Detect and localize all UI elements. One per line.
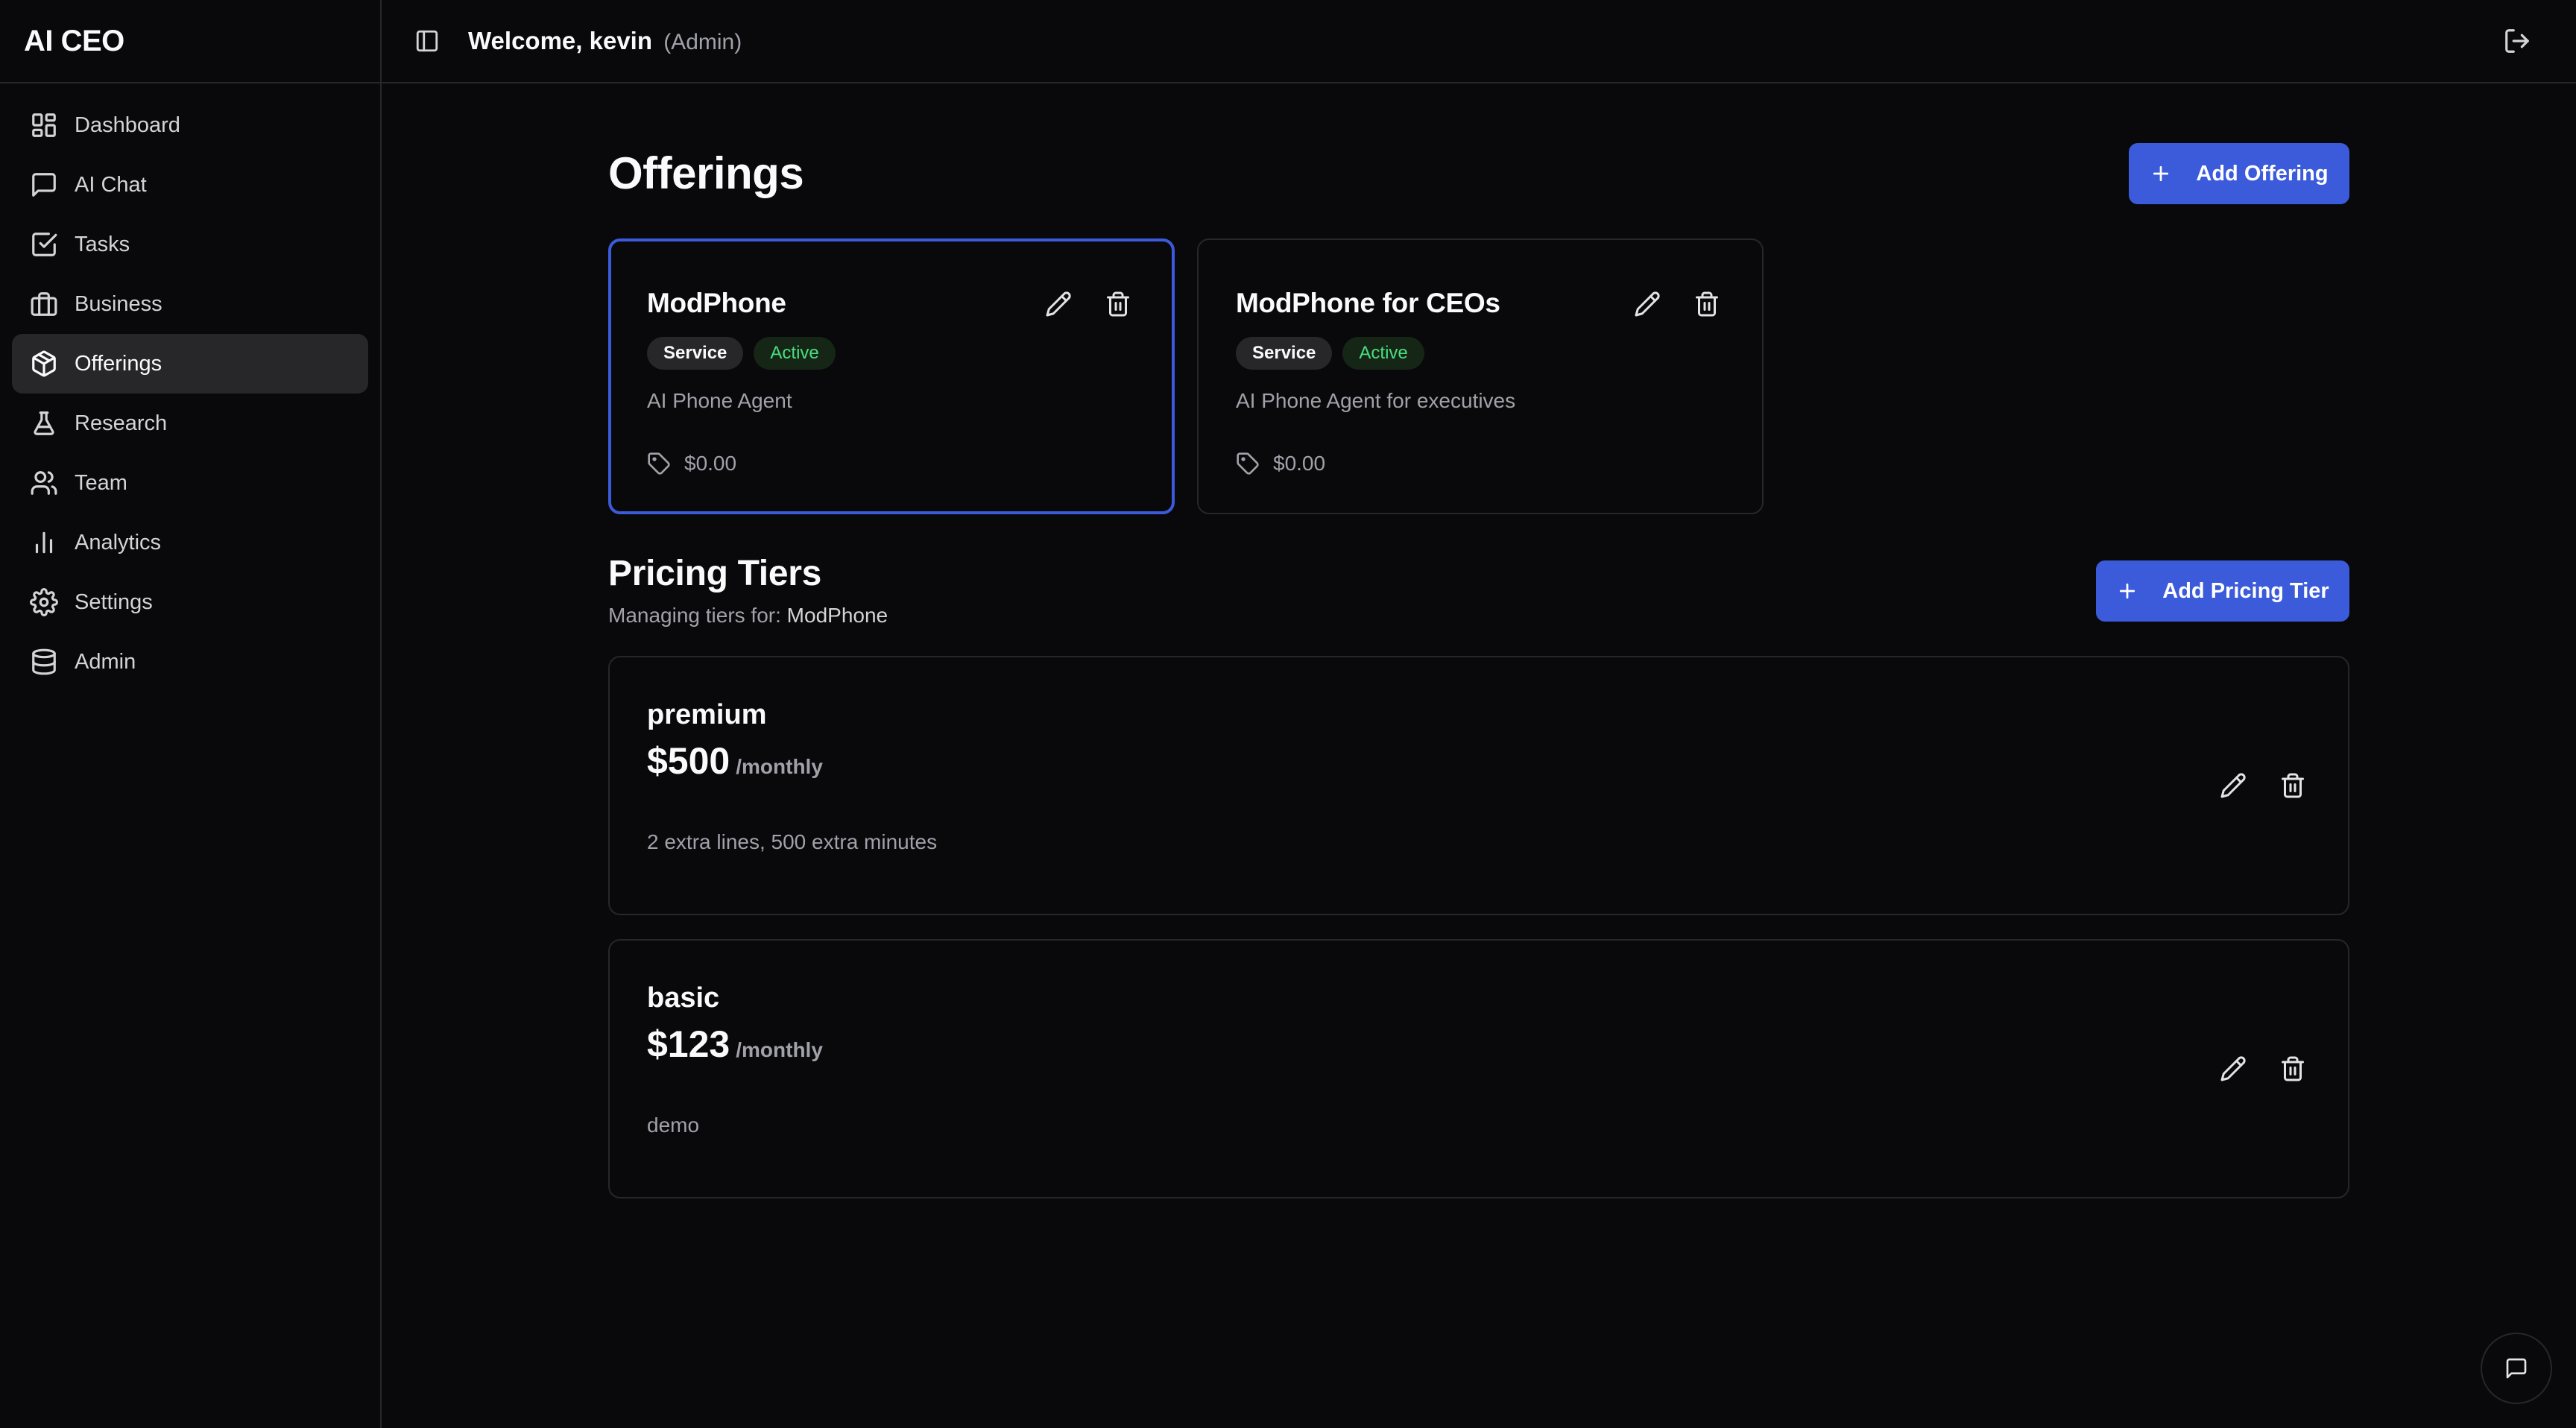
trash-icon[interactable] — [2279, 1055, 2306, 1082]
trash-icon[interactable] — [2279, 772, 2306, 799]
pricing-tier-card: basic $123 /monthly demo — [608, 939, 2349, 1198]
offering-badges: Service Active — [1236, 337, 1435, 370]
logout-icon[interactable] — [2503, 27, 2531, 55]
sidebar-item-label: Settings — [75, 590, 153, 614]
sidebar: AI CEO Dashboard AI Chat Tasks Business — [0, 0, 382, 1428]
sidebar-item-analytics[interactable]: Analytics — [12, 513, 368, 572]
offering-badges: Service Active — [647, 337, 846, 370]
chat-fab-button[interactable] — [2481, 1333, 2552, 1404]
sidebar-item-label: Research — [75, 411, 168, 435]
offering-name: ModPhone for CEOs — [1236, 288, 1500, 318]
welcome-message: Welcome, kevin (Admin) — [468, 27, 742, 55]
plus-icon — [2150, 162, 2172, 185]
offering-name: ModPhone — [647, 288, 786, 318]
welcome-text: Welcome, kevin — [468, 27, 653, 54]
flask-icon — [30, 409, 58, 437]
sidebar-item-label: Dashboard — [75, 113, 180, 137]
sidebar-item-research[interactable]: Research — [12, 394, 368, 453]
tier-price-period: /monthly — [736, 1038, 823, 1061]
offering-card[interactable]: ModPhone Service Active AI Phone Agent $… — [608, 238, 1175, 514]
message-square-icon — [2504, 1356, 2528, 1380]
bar-chart-icon — [30, 528, 58, 557]
tier-name: basic — [647, 982, 720, 1014]
price-value: $0.00 — [1273, 452, 1326, 475]
users-icon — [30, 469, 58, 497]
package-icon — [30, 350, 58, 378]
sidebar-item-label: AI Chat — [75, 172, 147, 197]
sidebar-item-admin[interactable]: Admin — [12, 632, 368, 692]
offering-price: $0.00 — [1236, 452, 1325, 476]
sidebar-item-offerings[interactable]: Offerings — [12, 334, 368, 394]
database-icon — [30, 648, 58, 676]
sidebar-item-label: Tasks — [75, 232, 130, 256]
add-pricing-tier-label: Add Pricing Tier — [2162, 578, 2329, 603]
layout-dashboard-icon — [30, 111, 58, 139]
sidebar-item-team[interactable]: Team — [12, 453, 368, 513]
type-badge: Service — [1236, 337, 1333, 370]
offering-card[interactable]: ModPhone for CEOs Service Active AI Phon… — [1197, 238, 1764, 514]
tag-icon — [647, 452, 671, 476]
page-title: Offerings — [608, 148, 804, 198]
sidebar-nav: Dashboard AI Chat Tasks Business Offerin… — [0, 83, 380, 692]
plus-icon — [2116, 580, 2138, 602]
offering-description: AI Phone Agent — [647, 389, 792, 412]
sidebar-item-label: Business — [75, 291, 162, 316]
tier-description: 2 extra lines, 500 extra minutes — [647, 830, 938, 853]
edit-pencil-icon[interactable] — [2220, 772, 2247, 799]
gear-icon — [30, 588, 58, 616]
offering-actions — [1012, 291, 1131, 317]
tag-icon — [1236, 452, 1260, 476]
briefcase-icon — [30, 290, 58, 318]
tier-actions — [2187, 1055, 2306, 1082]
pricing-tier-card: premium $500 /monthly 2 extra lines, 500… — [608, 656, 2349, 915]
tier-name: premium — [647, 699, 767, 730]
tier-description: demo — [647, 1113, 700, 1137]
tier-price-amount: $500 — [647, 740, 730, 782]
tier-price: $500 /monthly — [647, 739, 823, 783]
sidebar-item-label: Team — [75, 470, 127, 495]
type-badge: Service — [647, 337, 744, 370]
subtitle-offering: ModPhone — [786, 604, 888, 627]
top-header: Welcome, kevin (Admin) — [382, 0, 2576, 83]
tier-price-amount: $123 — [647, 1023, 730, 1065]
trash-icon[interactable] — [1693, 291, 1720, 317]
edit-pencil-icon[interactable] — [1634, 291, 1661, 317]
add-pricing-tier-button[interactable]: Add Pricing Tier — [2096, 560, 2349, 622]
sidebar-item-label: Offerings — [75, 351, 162, 376]
trash-icon[interactable] — [1105, 291, 1131, 317]
section-title-pricing-tiers: Pricing Tiers — [608, 554, 821, 593]
edit-pencil-icon[interactable] — [1045, 291, 1072, 317]
sidebar-item-business[interactable]: Business — [12, 274, 368, 334]
pricing-subtitle: Managing tiers for: ModPhone — [608, 604, 888, 628]
price-value: $0.00 — [684, 452, 737, 475]
sidebar-item-label: Analytics — [75, 530, 162, 555]
offering-price: $0.00 — [647, 452, 736, 476]
sidebar-toggle-icon[interactable] — [414, 28, 440, 54]
status-badge: Active — [1342, 337, 1424, 370]
tier-price-period: /monthly — [736, 755, 823, 778]
subtitle-prefix: Managing tiers for: — [608, 604, 781, 627]
sidebar-item-tasks[interactable]: Tasks — [12, 215, 368, 274]
sidebar-item-settings[interactable]: Settings — [12, 572, 368, 632]
add-offering-button[interactable]: Add Offering — [2129, 143, 2349, 204]
status-badge: Active — [754, 337, 836, 370]
sidebar-item-dashboard[interactable]: Dashboard — [12, 95, 368, 155]
edit-pencil-icon[interactable] — [2220, 1055, 2247, 1082]
sidebar-item-label: Admin — [75, 649, 136, 674]
offering-description: AI Phone Agent for executives — [1236, 389, 1516, 412]
user-role: (Admin) — [663, 30, 742, 54]
tier-price: $123 /monthly — [647, 1023, 823, 1066]
sidebar-item-ai-chat[interactable]: AI Chat — [12, 155, 368, 215]
offering-actions — [1601, 291, 1720, 317]
message-square-icon — [30, 171, 58, 199]
app-title: AI CEO — [0, 0, 380, 83]
check-square-icon — [30, 230, 58, 259]
tier-actions — [2187, 772, 2306, 799]
add-offering-label: Add Offering — [2196, 161, 2329, 186]
